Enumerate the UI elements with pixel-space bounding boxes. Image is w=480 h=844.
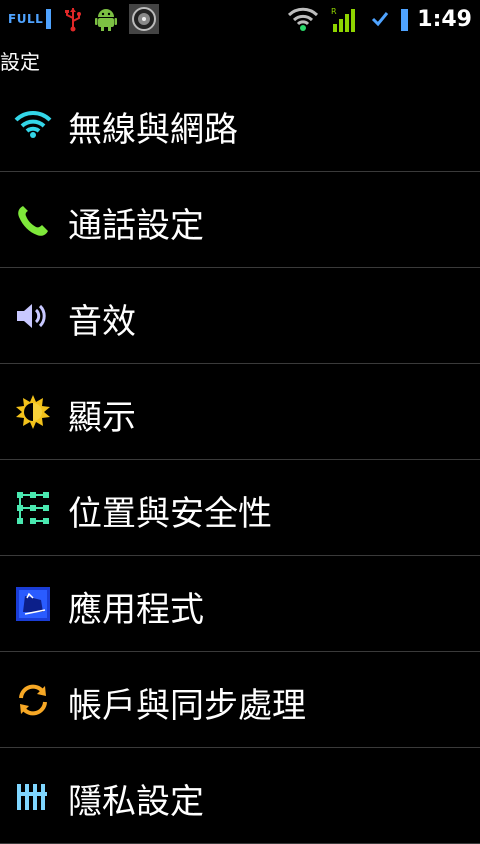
applications-icon xyxy=(14,585,52,623)
settings-item-sound[interactable]: 音效 xyxy=(0,268,480,364)
android-debug-icon xyxy=(95,7,118,31)
location-security-icon xyxy=(14,489,52,527)
page-title: 設定 xyxy=(0,50,40,74)
settings-item-privacy[interactable]: 隱私設定 xyxy=(0,748,480,844)
speaker-icon xyxy=(14,297,52,335)
sync-icon xyxy=(14,681,52,719)
phone-icon xyxy=(14,201,52,239)
settings-item-label: 音效 xyxy=(68,302,136,342)
sync-check-icon xyxy=(371,10,389,28)
settings-item-label: 通話設定 xyxy=(68,206,204,246)
brightness-icon xyxy=(14,393,52,431)
settings-item-display[interactable]: 顯示 xyxy=(0,364,480,460)
settings-item-applications[interactable]: 應用程式 xyxy=(0,556,480,652)
settings-item-label: 應用程式 xyxy=(68,590,204,630)
full-bar xyxy=(46,9,52,29)
signal-icon: R xyxy=(331,6,359,32)
settings-header: 設定 xyxy=(0,40,480,76)
settings-item-call-settings[interactable]: 通話設定 xyxy=(0,172,480,268)
wifi-icon xyxy=(287,7,319,31)
settings-item-label: 帳戶與同步處理 xyxy=(68,686,306,726)
settings-list[interactable]: 無線與網路 通話設定 音效 顯示 位置與安全性 應用程式 帳戶與同步處理 隱私設… xyxy=(0,76,480,844)
settings-item-label: 隱私設定 xyxy=(68,782,204,822)
settings-item-location-security[interactable]: 位置與安全性 xyxy=(0,460,480,556)
media-app-icon xyxy=(129,4,160,34)
full-indicator: FULL xyxy=(8,9,52,29)
privacy-icon xyxy=(14,777,52,815)
settings-item-wireless-networks[interactable]: 無線與網路 xyxy=(0,76,480,172)
settings-item-accounts-sync[interactable]: 帳戶與同步處理 xyxy=(0,652,480,748)
settings-item-label: 無線與網路 xyxy=(68,110,238,150)
full-label: FULL xyxy=(8,12,44,26)
clock: 1:49 xyxy=(417,6,472,32)
usb-icon xyxy=(63,6,83,32)
svg-text:R: R xyxy=(331,7,337,16)
status-bar: FULL R 1:49 xyxy=(0,0,480,38)
wifi-icon xyxy=(14,105,52,143)
settings-item-label: 位置與安全性 xyxy=(68,494,272,534)
battery-icon xyxy=(401,7,409,31)
settings-item-label: 顯示 xyxy=(68,398,136,438)
